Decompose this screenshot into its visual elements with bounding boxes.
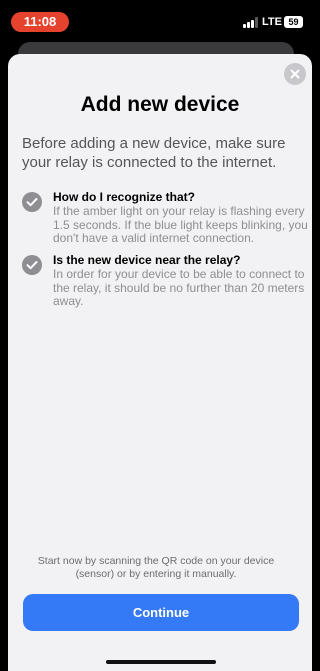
item-heading: How do I recognize that? — [53, 190, 196, 204]
close-icon — [290, 69, 300, 79]
scan-instructions: Start now by scanning the QR code on you… — [37, 555, 275, 580]
item-body: If the amber light on your relay is flas… — [53, 204, 308, 245]
item-heading: Is the new device near the relay? — [53, 253, 241, 267]
continue-button[interactable]: Continue — [23, 594, 299, 631]
network-type: LTE — [262, 16, 282, 28]
checkmark-circle-icon — [22, 255, 42, 275]
item-body: In order for your device to be able to c… — [53, 267, 305, 308]
status-bar: 11:08 LTE 59 — [0, 0, 312, 36]
battery-level: 59 — [288, 17, 299, 27]
signal-bars-icon — [243, 17, 259, 28]
intro-text: Before adding a new device, make sure yo… — [22, 135, 286, 171]
checkmark-circle-icon — [22, 192, 42, 212]
close-button[interactable] — [284, 63, 306, 85]
page-title: Add new device — [80, 93, 240, 116]
battery-icon: 59 — [284, 16, 303, 28]
home-indicator[interactable] — [106, 660, 216, 664]
status-time: 11:08 — [11, 12, 69, 32]
